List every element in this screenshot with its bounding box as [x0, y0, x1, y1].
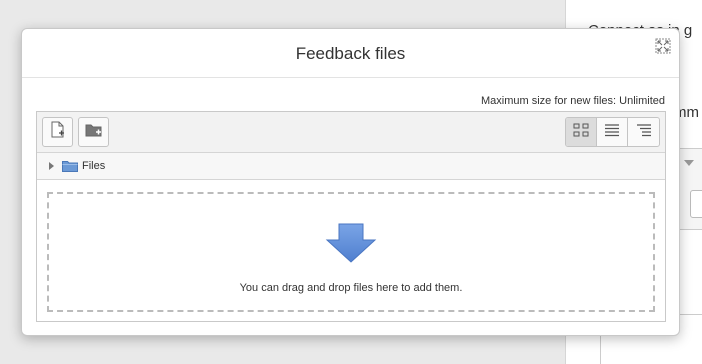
view-tree-button[interactable] — [628, 118, 659, 146]
dialog-title: Feedback files — [295, 44, 406, 63]
drop-zone-message: You can drag and drop files here to add … — [239, 282, 463, 294]
file-manager-toolbar — [37, 112, 665, 153]
view-details-button[interactable] — [597, 118, 628, 146]
download-arrow-icon — [325, 223, 377, 268]
list-view-icon — [604, 123, 620, 142]
background-button[interactable] — [690, 190, 702, 218]
create-folder-icon — [85, 122, 103, 143]
file-drop-zone[interactable]: You can drag and drop files here to add … — [47, 192, 655, 312]
tree-view-icon — [636, 123, 652, 142]
add-file-button[interactable] — [42, 117, 73, 147]
chevron-down-icon — [684, 160, 694, 166]
folder-icon — [62, 160, 78, 172]
grid-view-icon — [573, 123, 589, 142]
breadcrumb-files[interactable]: Files — [82, 160, 105, 172]
add-file-icon — [50, 121, 66, 144]
view-icons-button[interactable] — [566, 118, 597, 146]
breadcrumb: Files — [37, 153, 665, 180]
dialog-header: Feedback files — [22, 29, 679, 78]
feedback-files-dialog: Feedback files Maximum size for new file… — [21, 28, 680, 336]
maximize-icon[interactable] — [655, 38, 671, 54]
file-manager: Files You can drag and drop files here t… — [36, 111, 666, 322]
expand-arrow-icon[interactable] — [49, 162, 54, 170]
create-folder-button[interactable] — [78, 117, 109, 147]
max-file-size-label: Maximum size for new files: Unlimited — [481, 95, 665, 107]
view-mode-group — [565, 117, 660, 147]
